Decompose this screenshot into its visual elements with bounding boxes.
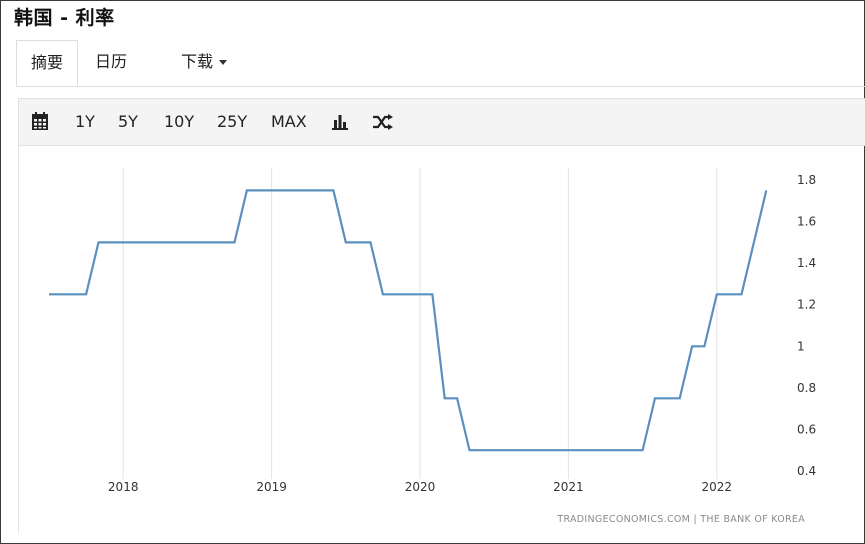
range-5y-button[interactable]: 5Y <box>118 99 138 145</box>
y-tick-label: 1.6 <box>797 215 816 229</box>
y-tick-label: 0.4 <box>797 464 816 478</box>
x-tick-label: 2018 <box>108 480 139 494</box>
source-credit: TRADINGECONOMICS.COM | THE BANK OF KOREA <box>556 514 805 525</box>
tab-download-label: 下载 <box>181 52 214 71</box>
range-25y-button[interactable]: 25Y <box>217 99 247 145</box>
range-10y-button[interactable]: 10Y <box>164 99 194 145</box>
chart-toolbar: 1Y 5Y 10Y 25Y MAX <box>18 98 865 146</box>
bar-chart-icon[interactable] <box>332 114 348 134</box>
range-1y-button[interactable]: 1Y <box>75 99 95 145</box>
y-tick-label: 1.4 <box>797 256 816 270</box>
y-tick-label: 1.2 <box>797 298 816 312</box>
series-line <box>49 189 768 452</box>
caret-down-icon <box>219 60 228 65</box>
x-tick-label: 2020 <box>405 480 436 494</box>
calendar-icon[interactable] <box>32 112 48 134</box>
tab-summary[interactable]: 摘要 <box>16 40 79 86</box>
shuffle-icon[interactable] <box>373 114 393 134</box>
x-tick-label: 2021 <box>553 480 584 494</box>
page-title: 韩国 - 利率 <box>14 7 115 29</box>
range-max-button[interactable]: MAX <box>271 99 307 145</box>
y-tick-label: 1 <box>797 339 805 353</box>
y-tick-label: 1.8 <box>797 173 816 187</box>
y-tick-label: 0.8 <box>797 381 816 395</box>
tab-calendar[interactable]: 日历 <box>95 40 127 86</box>
tab-bar: 摘要 日历 下载 <box>16 40 865 87</box>
chart-area: 2018 2019 2020 2021 2022 0.4 0.6 0.8 1 1.2 1.4 1.6… <box>18 146 865 534</box>
x-tick-label: 2019 <box>256 480 287 494</box>
y-tick-label: 0.6 <box>797 422 816 436</box>
x-tick-label: 2022 <box>702 480 733 494</box>
interest-rate-chart: 2018 2019 2020 2021 2022 0.4 0.6 0.8 1 1.2 1.4 1.6… <box>49 168 816 525</box>
tab-download[interactable]: 下载 <box>181 40 228 86</box>
